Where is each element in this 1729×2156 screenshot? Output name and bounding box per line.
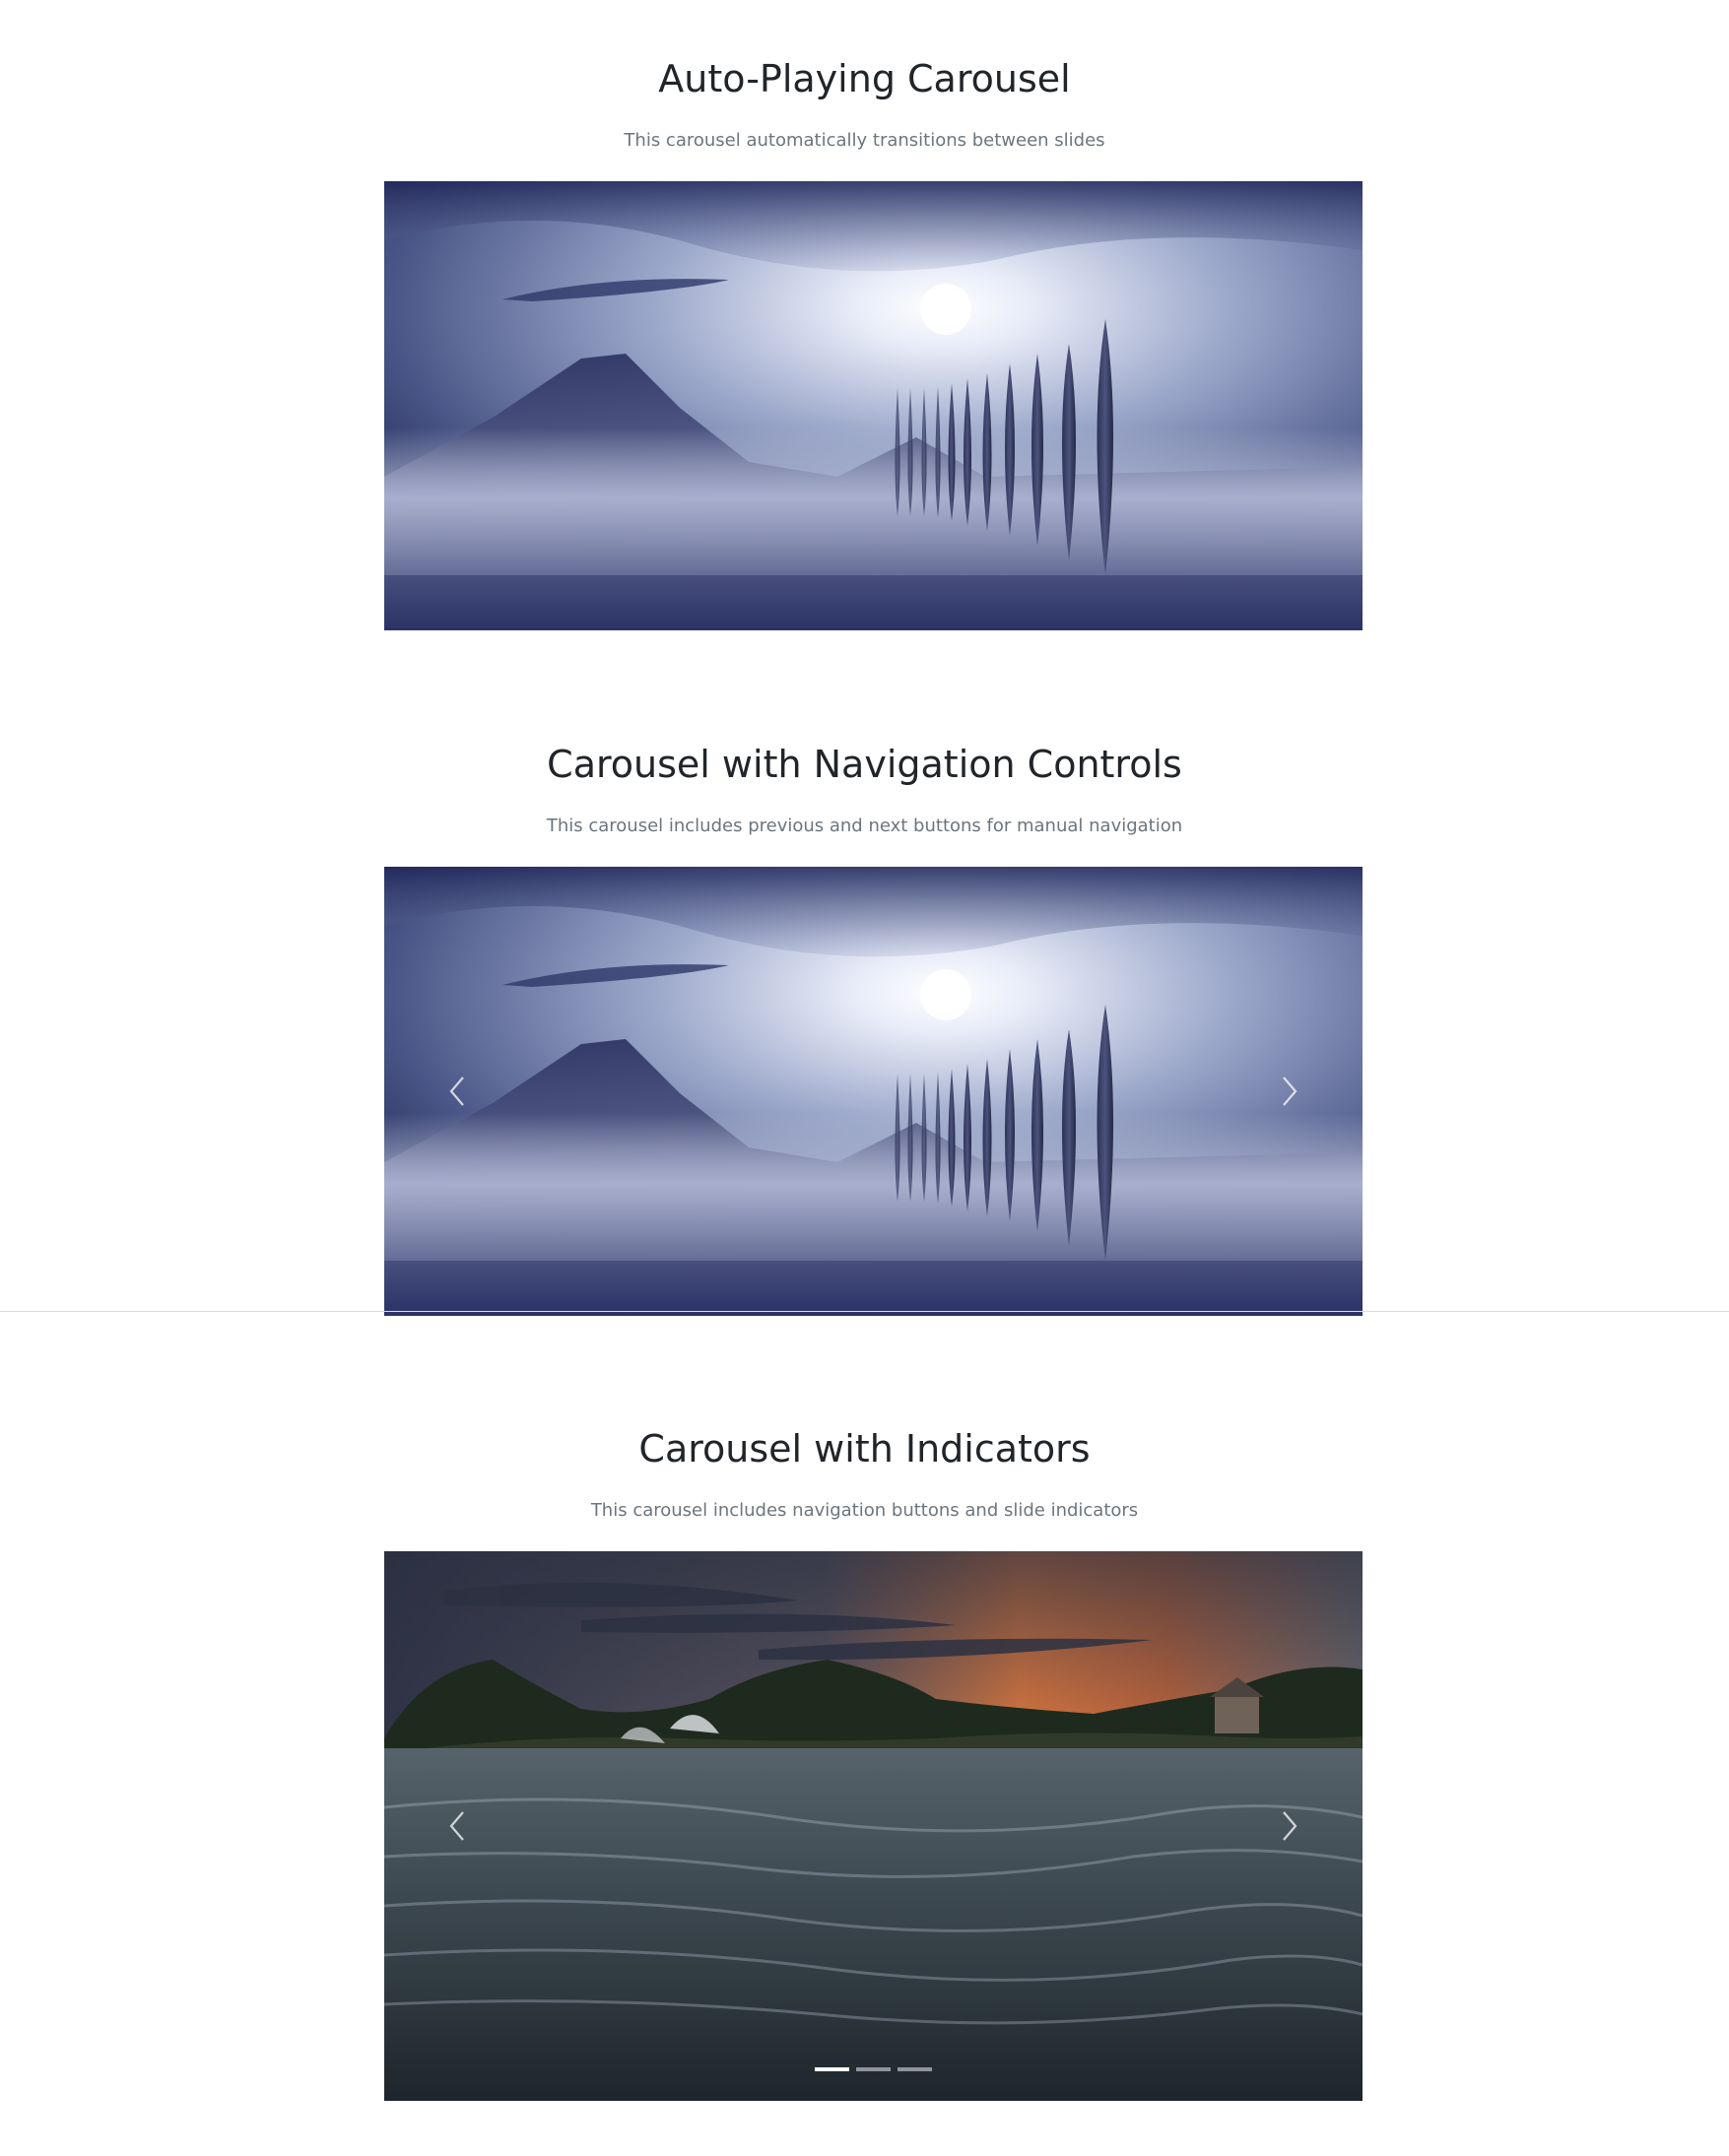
prev-button[interactable] [384, 867, 532, 1316]
indicators-carousel [384, 1551, 1363, 2101]
section-subtitle: This carousel automatically transitions … [624, 130, 1105, 151]
chevron-right-icon [1283, 1811, 1297, 1841]
section-title: Carousel with Navigation Controls [547, 743, 1182, 786]
section-subtitle: This carousel includes navigation button… [590, 1500, 1139, 1521]
autoplay-carousel [384, 181, 1363, 630]
navigation-carousel [384, 867, 1363, 1316]
section-subtitle: This carousel includes previous and next… [546, 816, 1183, 836]
carousel-indicators [384, 2067, 1363, 2071]
carousel-slide-image [384, 181, 1363, 630]
next-button[interactable] [1215, 867, 1363, 1316]
prev-button[interactable] [384, 1551, 532, 2101]
navigation-section: Carousel with Navigation Controls [0, 743, 1729, 788]
chevron-right-icon [1283, 1077, 1297, 1106]
carousel-indicator-1[interactable] [815, 2067, 849, 2071]
carousel-indicator-3[interactable] [898, 2067, 932, 2071]
next-button[interactable] [1215, 1551, 1363, 2101]
section-divider [0, 1311, 1729, 1312]
section-title: Auto-Playing Carousel [658, 57, 1071, 100]
navigation-subtitle-wrap: This carousel includes previous and next… [0, 815, 1729, 837]
indicators-subtitle-wrap: This carousel includes navigation button… [0, 1499, 1729, 1522]
section-title: Carousel with Indicators [638, 1427, 1091, 1470]
autoplay-subtitle-wrap: This carousel automatically transitions … [0, 129, 1729, 152]
chevron-left-icon [449, 1077, 464, 1106]
indicators-section: Carousel with Indicators [0, 1427, 1729, 1472]
carousel-indicator-2[interactable] [856, 2067, 891, 2071]
chevron-left-icon [449, 1811, 464, 1841]
autoplay-section: Auto-Playing Carousel [0, 57, 1729, 102]
